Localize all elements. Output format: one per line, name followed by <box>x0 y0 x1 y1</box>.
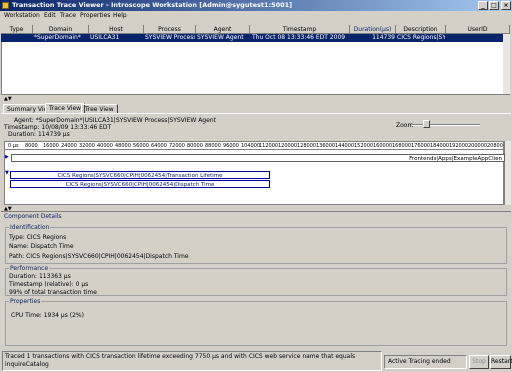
table-header: Type Domain Host Process Agent Timestamp… <box>1 25 510 34</box>
cell-process: SYSVIEW Process <box>145 34 195 41</box>
performance-label: Performance <box>9 265 50 272</box>
properties-group: Properties <box>5 298 507 346</box>
cell-agent: SYSVIEW Agent <box>197 34 244 41</box>
restart-button[interactable]: Restart <box>490 355 512 369</box>
ruler-tick: 32000 <box>79 143 95 149</box>
perf-percent: 99% of total transaction time <box>9 289 97 296</box>
ruler-tick: 104000 <box>241 143 261 149</box>
menu-properties[interactable]: Properties <box>80 12 110 20</box>
zoom-label: Zoom <box>396 122 414 129</box>
ruler-tick: 168000 <box>392 143 412 149</box>
ruler-tick: 24000 <box>61 143 77 149</box>
ruler-tick: 64000 <box>151 143 167 149</box>
id-path: Path: CICS Regions|SYSVC660|CPIH|0062454… <box>9 253 189 260</box>
ruler-tick: 136000 <box>316 143 336 149</box>
stop-button[interactable]: Stop <box>469 355 489 369</box>
trace-scrollbar[interactable] <box>504 141 511 205</box>
ruler-tick: 40000 <box>97 143 113 149</box>
identification-label: Identification <box>9 224 51 231</box>
id-name: Name: Dispatch Time <box>9 243 74 250</box>
cell-domain: *SuperDomain* <box>34 34 81 41</box>
ruler-tick: 48000 <box>115 143 131 149</box>
title-bar: Transaction Trace Viewer - Introscope Wo… <box>0 0 512 11</box>
ruler-tick: 72000 <box>169 143 185 149</box>
ruler-tick: 152000 <box>354 143 374 149</box>
trace-timestamp: Timestamp: 10/08/09 13:33:46 EDT <box>4 124 112 131</box>
ruler-tick: 144000 <box>335 143 355 149</box>
ruler-tick: 8000 <box>25 143 38 149</box>
status-bar: Traced 1 transactions with CICS transact… <box>0 350 512 372</box>
ruler-tick: 200000 <box>468 143 488 149</box>
ruler-tick: 184000 <box>430 143 450 149</box>
menu-help[interactable]: Help <box>113 12 127 20</box>
ruler-tick: 112000 <box>259 143 279 149</box>
minimize-button[interactable]: _ <box>478 1 488 10</box>
ruler-tick: 88000 <box>205 143 221 149</box>
menu-workstation[interactable]: Workstation <box>4 12 40 20</box>
col-agent[interactable]: Agent <box>196 25 250 34</box>
time-ruler: 0 μs 8000 16000 24000 32000 40000 48000 … <box>4 141 504 150</box>
close-button[interactable]: × <box>501 1 511 10</box>
menu-edit[interactable]: Edit <box>44 12 56 20</box>
ruler-tick: 56000 <box>133 143 149 149</box>
expand-arrow-icon[interactable]: ▶ <box>5 154 9 160</box>
col-duration[interactable]: Duration(μs) <box>350 25 396 34</box>
cell-duration: 114739 <box>372 34 395 41</box>
properties-label: Properties <box>9 298 42 305</box>
col-timestamp[interactable]: Timestamp <box>250 25 350 34</box>
table-row[interactable]: *SuperDomain* USILCA31 SYSVIEW Process S… <box>1 34 503 42</box>
ruler-tick: 192000 <box>449 143 469 149</box>
cell-host: USILCA31 <box>90 34 120 41</box>
splitter-arrows[interactable]: ▲▼ <box>4 96 12 102</box>
zoom-slider-thumb[interactable] <box>423 120 430 128</box>
ruler-tick: 128000 <box>297 143 317 149</box>
col-type[interactable]: Type <box>1 25 33 34</box>
ruler-tick: 80000 <box>187 143 203 149</box>
collapse-arrow-icon[interactable]: ▼ <box>5 170 9 176</box>
status-message: Traced 1 transactions with CICS transact… <box>2 351 382 371</box>
cell-timestamp: Thu Oct 08 13:33:46 EDT 2009 <box>252 34 346 41</box>
trace-bar-dispatch[interactable]: CICS Regions|SYSVC660|CPIH|0062454|Dispa… <box>10 180 270 188</box>
ruler-tick: 160000 <box>373 143 393 149</box>
cell-description: CICS Regions|SYSV <box>397 34 445 41</box>
prop-cpu-time: CPU Time: 1934 μs (2%) <box>11 312 84 319</box>
col-description[interactable]: Description <box>396 25 446 34</box>
col-userid[interactable]: UserID <box>446 25 510 34</box>
perf-timestamp: Timestamp (relative): 0 μs <box>9 281 89 288</box>
menu-bar: Workstation Edit Trace Properties Help <box>0 11 512 21</box>
app-icon <box>2 2 9 9</box>
ruler-tick: 176000 <box>411 143 431 149</box>
maximize-button[interactable]: □ <box>489 1 499 10</box>
tracing-status: Active Tracing ended <box>384 355 467 369</box>
ruler-tick: 16000 <box>43 143 59 149</box>
ruler-tick: 208000 <box>487 143 503 149</box>
col-process[interactable]: Process <box>144 25 196 34</box>
ruler-tick: 120000 <box>278 143 298 149</box>
trace-duration: Duration: 114739 μs <box>8 131 70 138</box>
ruler-tick: 96000 <box>223 143 239 149</box>
trace-agent: Agent: *SuperDomain*|USILCA31|SYSVIEW Pr… <box>14 117 216 124</box>
trace-bar-frontend[interactable]: Frontends|Apps|ExampleAppClien <box>11 154 505 162</box>
col-domain[interactable]: Domain <box>33 25 89 34</box>
component-details-label: Component Details <box>4 213 62 220</box>
ruler-tick: 0 μs <box>8 143 19 149</box>
perf-duration: Duration: 113363 μs <box>9 273 71 280</box>
id-type: Type: CICS Regions <box>9 234 67 241</box>
window-title: Transaction Trace Viewer - Introscope Wo… <box>12 1 293 9</box>
trace-chart: ▶ Frontends|Apps|ExampleAppClien ▼ CICS … <box>4 150 505 205</box>
menu-trace[interactable]: Trace <box>60 12 76 20</box>
trace-bar-lifetime[interactable]: CICS Regions|SYSVC660|CPIH|0062454|Trans… <box>10 171 270 179</box>
table-scrollbar[interactable] <box>503 34 510 94</box>
col-host[interactable]: Host <box>89 25 144 34</box>
